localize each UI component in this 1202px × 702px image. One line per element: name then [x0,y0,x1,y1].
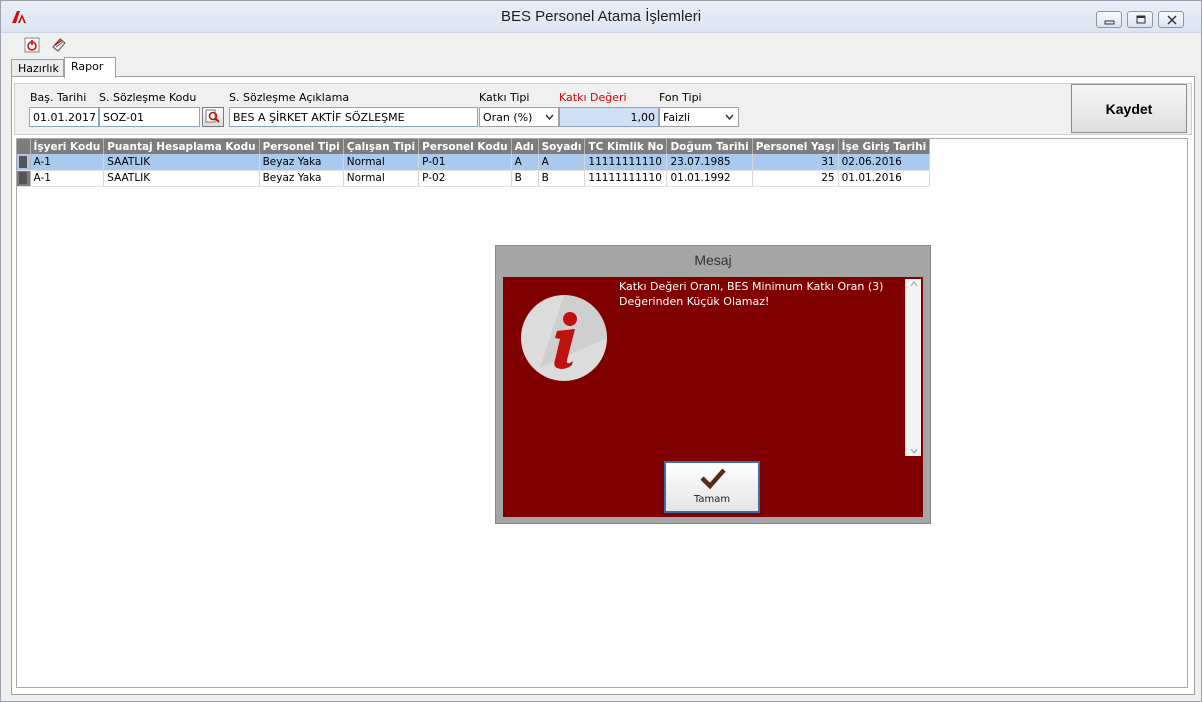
chevron-down-icon[interactable] [910,448,918,454]
table-cell[interactable]: A-1 [30,154,105,171]
row-indicator-header [17,139,31,154]
column-header[interactable]: Doğum Tarihi [666,139,753,154]
table-cell[interactable]: SAATLIK [103,154,260,171]
title-bar: BES Personel Atama İşlemleri [1,1,1201,33]
table-cell[interactable]: B [538,170,586,187]
row-indicator[interactable] [17,154,31,171]
table-row[interactable]: A-1 SAATLIK Beyaz Yaka Normal P-02 B B 1… [17,170,931,187]
table-cell[interactable]: A [511,154,539,171]
column-header[interactable]: TC Kimlik No [584,139,668,154]
minimize-button[interactable] [1096,11,1122,28]
dialog-scrollbar[interactable] [905,279,921,456]
bas-tarihi-label: Baş. Tarihi [30,91,87,104]
table-cell[interactable]: B [511,170,539,187]
maximize-button[interactable] [1127,11,1153,28]
table-cell[interactable]: 01.01.2016 [838,170,931,187]
table-cell[interactable]: 11111111110 [584,154,668,171]
fon-tipi-label: Fon Tipi [659,91,702,104]
dialog-title: Mesaj [694,252,732,268]
toolbar [1,33,1201,57]
app-window: BES Personel Atama İşlemleri Hazırlık Ra… [0,0,1202,702]
ok-button[interactable]: Tamam [664,461,760,513]
sozlesme-kodu-input[interactable]: SOZ-01 [99,107,200,127]
dialog-body: Katkı Değeri Oranı, BES Minimum Katkı Or… [503,277,923,517]
column-header[interactable]: Çalışan Tipi [343,139,420,154]
info-icon [521,295,607,381]
save-button[interactable]: Kaydet [1071,84,1187,133]
table-cell[interactable]: P-01 [418,154,512,171]
tab-rapor[interactable]: Rapor [64,57,116,78]
window-title: BES Personel Atama İşlemleri [500,8,702,25]
column-header[interactable]: İşyeri Kodu [30,139,105,154]
restore-icon [1136,15,1146,24]
table-cell[interactable]: Beyaz Yaka [259,170,344,187]
katki-tipi-label: Katkı Tipi [479,91,530,104]
checkmark-icon [700,468,726,489]
search-icon [205,109,220,123]
eraser-icon[interactable] [50,36,68,54]
table-cell[interactable]: SAATLIK [103,170,260,187]
chevron-down-icon [725,114,734,121]
sozlesme-kodu-label: S. Sözleşme Kodu [99,91,197,104]
katki-tipi-value: Oran (%) [483,111,533,124]
fon-tipi-value: Faizli [663,111,691,124]
table-cell[interactable]: 01.01.1992 [666,170,753,187]
close-icon [1167,15,1177,25]
minimize-icon [1104,20,1115,25]
katki-degeri-input[interactable]: 1,00 [559,107,659,127]
column-header[interactable]: Soyadı [538,139,586,154]
table-cell[interactable]: Normal [343,154,420,171]
table-cell[interactable]: P-02 [418,170,512,187]
table-cell[interactable]: 11111111110 [584,170,668,187]
power-icon[interactable] [23,36,41,54]
katki-tipi-select[interactable]: Oran (%) [479,107,559,127]
table-cell[interactable]: 23.07.1985 [666,154,753,171]
table-cell[interactable]: 25 [752,170,839,187]
column-header[interactable]: İşe Giriş Tarihi [838,139,931,154]
close-button[interactable] [1158,11,1184,28]
sozlesme-lookup-button[interactable] [202,107,224,127]
column-header[interactable]: Puantaj Hesaplama Kodu [103,139,260,154]
personel-table: İşyeri Kodu Puantaj Hesaplama Kodu Perso… [17,139,931,187]
grid-header-row: İşyeri Kodu Puantaj Hesaplama Kodu Perso… [17,139,931,154]
sozlesme-aciklama-input[interactable]: BES A ŞİRKET AKTİF SÖZLEŞME [229,107,478,127]
table-cell[interactable]: Beyaz Yaka [259,154,344,171]
column-header[interactable]: Personel Yaşı [752,139,839,154]
dialog-message-line: Katkı Değeri Oranı, BES Minimum Katkı Or… [619,280,884,293]
dialog-message-line: Değerinden Küçük Olamaz! [619,295,770,308]
column-header[interactable]: Personel Kodu [418,139,512,154]
table-cell[interactable]: Normal [343,170,420,187]
table-cell[interactable]: A-1 [30,170,105,187]
row-indicator[interactable] [17,170,31,187]
chevron-down-icon [545,114,554,121]
message-dialog: Mesaj Katkı Değeri Oranı, BES Minimum Ka… [495,245,931,524]
bas-tarihi-input[interactable]: 01.01.2017 [29,107,99,127]
katki-degeri-label: Katkı Değeri [559,91,627,104]
ok-button-label: Tamam [693,494,731,505]
table-cell[interactable]: 31 [752,154,839,171]
table-row[interactable]: A-1 SAATLIK Beyaz Yaka Normal P-01 A A 1… [17,154,931,171]
chevron-up-icon[interactable] [910,281,918,287]
table-cell[interactable]: A [538,154,586,171]
column-header[interactable]: Adı [511,139,539,154]
dialog-message: Katkı Değeri Oranı, BES Minimum Katkı Or… [619,279,899,309]
column-header[interactable]: Personel Tipi [259,139,344,154]
fon-tipi-select[interactable]: Faizli [659,107,739,127]
sozlesme-aciklama-label: S. Sözleşme Açıklama [229,91,350,104]
table-cell[interactable]: 02.06.2016 [838,154,931,171]
